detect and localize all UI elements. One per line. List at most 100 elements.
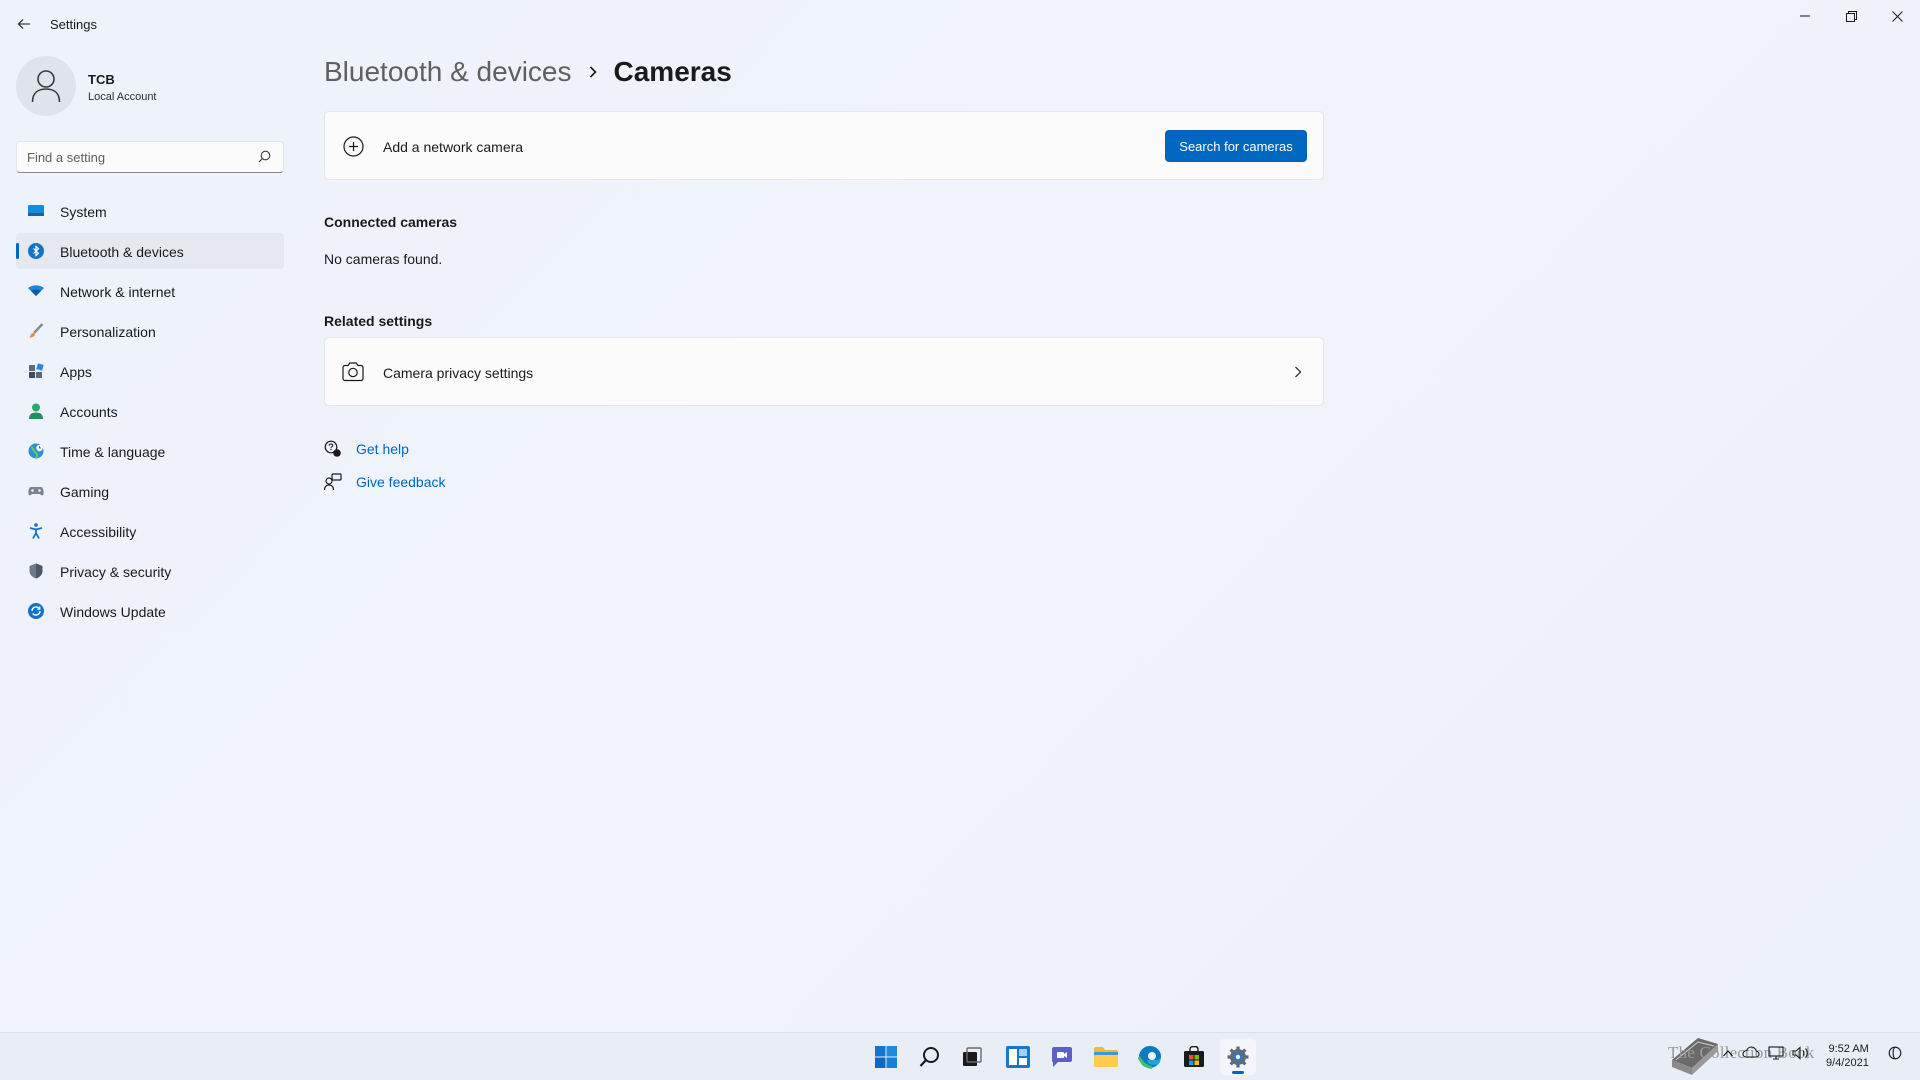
sidebar-item-accessibility[interactable]: Accessibility [16,513,284,549]
close-button[interactable] [1874,0,1920,32]
clock-time: 9:52 AM [1828,1043,1869,1055]
sidebar-item-label: Windows Update [60,604,166,620]
related-settings-heading: Related settings [324,313,433,329]
sidebar-item-time-language[interactable]: Time & language [16,433,284,469]
search-input[interactable] [17,149,247,165]
sidebar-item-label: Network & internet [60,284,176,300]
sidebar-item-apps[interactable]: Apps [16,353,284,389]
taskbar-search-button[interactable] [912,1039,948,1075]
volume-icon[interactable] [1792,1046,1810,1060]
camera-privacy-settings-card[interactable]: Camera privacy settings [324,337,1324,406]
settings-window: Settings TCB Local Account Find a settin… [0,0,1920,1032]
back-button[interactable] [10,10,38,38]
clock-date: 9/4/2021 [1826,1057,1869,1069]
system-icon [28,205,44,216]
tray-clock[interactable]: 9:52 AM 9/4/2021 [1826,1042,1869,1070]
feedback-icon [324,473,344,491]
update-icon [28,603,44,619]
minimize-icon [1800,15,1810,17]
taskbar [0,1032,1920,1080]
sidebar-item-accounts[interactable]: Accounts [16,393,284,429]
globe-clock-icon [28,443,44,459]
sidebar-item-label: Accounts [60,404,118,420]
avatar[interactable] [16,56,76,116]
task-view-icon [963,1047,982,1066]
get-help-label[interactable]: Get help [356,441,409,457]
chevron-right-icon [1295,366,1302,378]
restore-button[interactable] [1828,0,1874,32]
page-title: Cameras [613,56,732,87]
focus-assist-icon[interactable] [1888,1046,1902,1060]
title-bar: Settings [0,0,1920,48]
sidebar-item-windows-update[interactable]: Windows Update [16,593,284,629]
sidebar-item-label: System [60,204,107,220]
settings-icon [1227,1046,1249,1068]
user-name: TCB [88,72,115,87]
accessibility-icon [29,523,43,539]
add-circle-icon [343,136,364,157]
sidebar-item-network[interactable]: Network & internet [16,273,284,309]
person-icon [29,403,43,419]
search-for-cameras-button[interactable]: Search for cameras [1165,130,1307,162]
store-icon [1184,1046,1204,1067]
wifi-icon [28,285,44,296]
sidebar-item-label: Accessibility [60,524,137,540]
sidebar-item-personalization[interactable]: Personalization [16,313,284,349]
close-icon [1891,10,1903,22]
account-type: Local Account [88,91,157,103]
get-help-link[interactable]: Get help [324,440,409,458]
sidebar-item-label: Privacy & security [60,564,172,580]
sidebar-item-label: Gaming [60,484,110,500]
app-title: Settings [50,17,97,32]
widgets-icon [1006,1046,1030,1068]
gamepad-icon [28,487,44,496]
settings-button[interactable] [1220,1039,1256,1075]
give-feedback-link[interactable]: Give feedback [324,473,446,491]
chevron-up-icon[interactable] [1722,1048,1734,1058]
start-icon [875,1046,897,1068]
sidebar-nav: System Bluetooth & devices Network & int… [16,193,284,633]
edge-icon [1138,1046,1161,1069]
bluetooth-icon [28,243,44,259]
camera-icon [342,362,364,382]
sidebar-item-gaming[interactable]: Gaming [16,473,284,509]
sidebar-item-label: Apps [60,364,92,380]
back-arrow-icon [17,19,30,29]
sidebar-item-label: Time & language [60,444,166,460]
sidebar-item-privacy-security[interactable]: Privacy & security [16,553,284,589]
brush-icon [29,323,44,338]
chevron-right-icon [588,65,598,79]
task-view-button[interactable] [954,1039,990,1075]
widgets-button[interactable] [1000,1039,1036,1075]
search-box[interactable] [16,141,284,173]
add-network-camera-label: Add a network camera [383,139,524,155]
breadcrumb-parent[interactable]: Bluetooth & devices [324,56,572,88]
edge-button[interactable] [1132,1039,1168,1075]
sidebar-item-label: Personalization [60,324,156,340]
give-feedback-label[interactable]: Give feedback [356,474,446,490]
person-avatar-icon [31,70,61,103]
minimize-button[interactable] [1782,0,1828,32]
cloud-icon[interactable] [1742,1046,1760,1058]
sidebar-item-bluetooth-devices[interactable]: Bluetooth & devices [16,233,284,269]
chat-button[interactable] [1044,1039,1080,1075]
shield-icon [29,563,43,579]
store-button[interactable] [1176,1039,1212,1075]
camera-privacy-settings-label: Camera privacy settings [383,365,534,381]
connected-cameras-heading: Connected cameras [324,214,458,230]
start-button[interactable] [868,1039,904,1075]
apps-icon [29,363,44,378]
file-explorer-button[interactable] [1088,1039,1124,1075]
help-chat-icon [324,440,344,458]
file-explorer-icon [1094,1047,1118,1067]
search-icon [258,150,271,163]
chat-icon [1052,1047,1072,1067]
sidebar-item-label: Bluetooth & devices [60,244,184,260]
network-monitor-icon[interactable] [1768,1046,1784,1060]
add-network-camera-card: Add a network camera Search for cameras [324,111,1324,180]
no-cameras-text: No cameras found. [324,251,443,267]
restore-icon [1845,10,1857,22]
breadcrumb: Bluetooth & devices Cameras [324,56,732,88]
sidebar-item-system[interactable]: System [16,193,284,229]
search-icon [919,1047,939,1067]
